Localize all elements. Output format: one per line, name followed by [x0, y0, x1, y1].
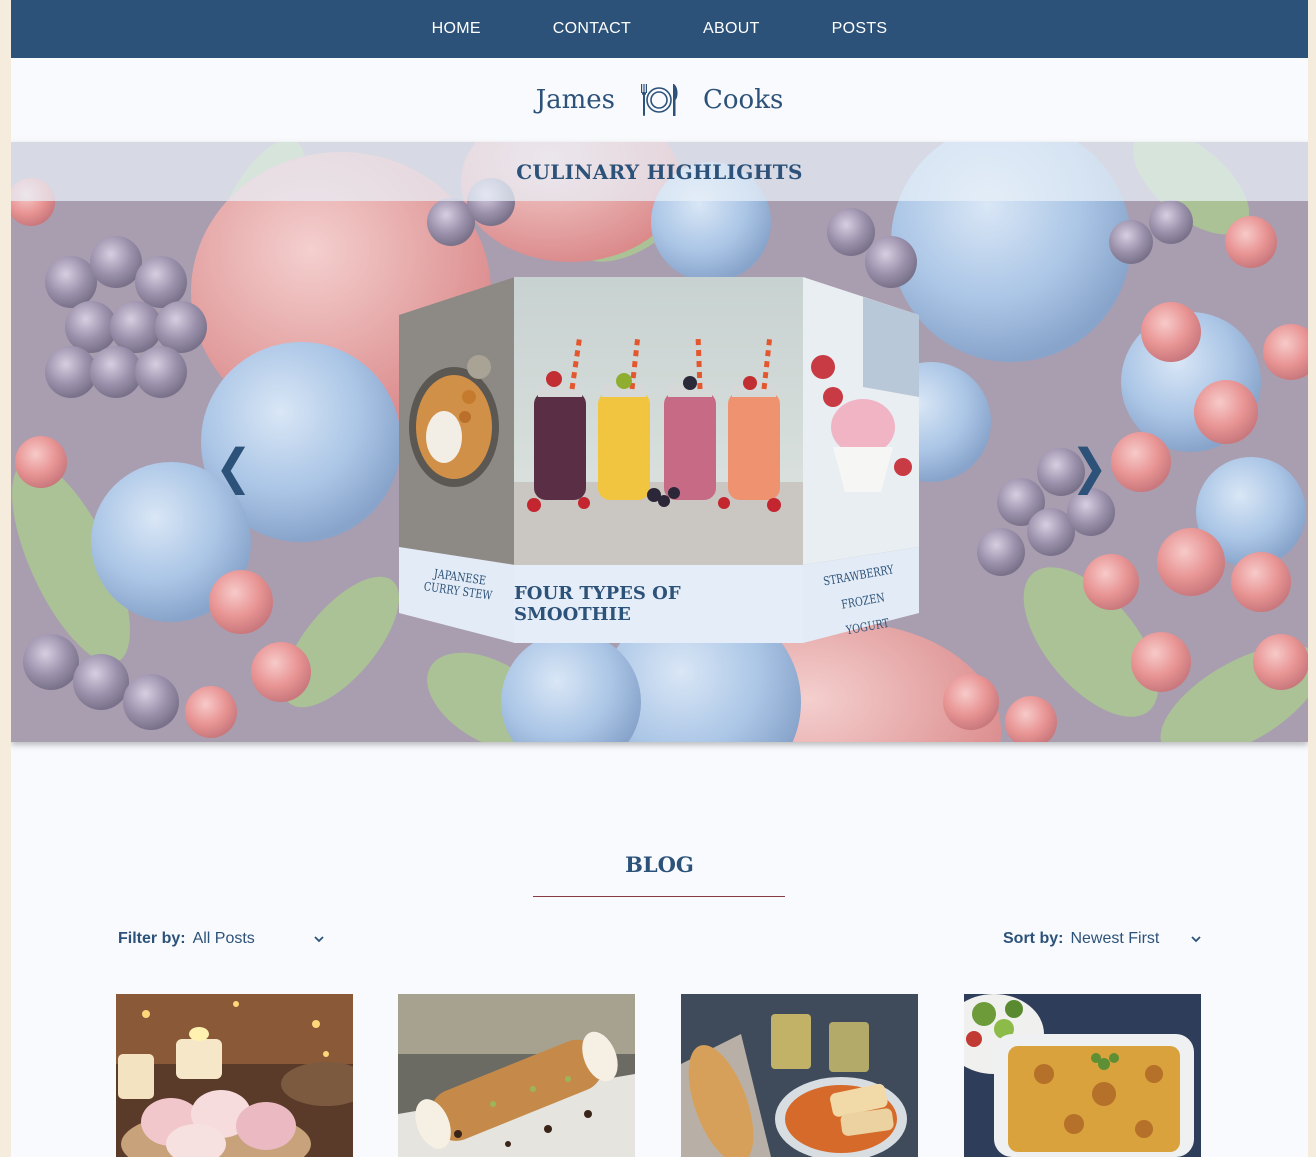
nav-about-link[interactable]: ABOUT [667, 0, 796, 58]
sort-select[interactable]: Newest First [1070, 930, 1202, 948]
filter-label: Filter by: [118, 930, 186, 947]
chevron-down-icon [1191, 936, 1202, 943]
blog-heading-divider [533, 896, 785, 897]
sort-control: Sort by: Newest First [1003, 930, 1202, 948]
smoothie-photo [514, 277, 803, 565]
filter-value: All Posts [192, 930, 255, 947]
nav-home-link[interactable]: HOME [396, 0, 517, 58]
blog-post-thumbnail[interactable] [964, 994, 1201, 1157]
hero-title: CULINARY HIGHLIGHTS [516, 159, 803, 184]
nav-posts-link[interactable]: POSTS [796, 0, 924, 58]
blog-post-thumbnail[interactable] [116, 994, 353, 1157]
filter-select[interactable]: All Posts [193, 930, 325, 948]
page: HOME CONTACT ABOUT POSTS James Cooks CUL… [11, 0, 1308, 1157]
hero-title-bar: CULINARY HIGHLIGHTS [11, 142, 1308, 201]
blog-post-thumbnail[interactable] [681, 994, 918, 1157]
sort-label: Sort by: [1003, 930, 1064, 947]
sort-value: Newest First [1070, 930, 1160, 947]
chevron-down-icon [313, 936, 324, 943]
blog-post-thumbnail[interactable] [398, 994, 635, 1157]
brand-last-word: Cooks [703, 85, 784, 115]
brand-first-word: James [535, 85, 615, 115]
chevron-right-icon[interactable]: ❯ [1071, 443, 1108, 492]
site-logo[interactable]: James Cooks [11, 58, 1308, 142]
nav-contact-link[interactable]: CONTACT [517, 0, 667, 58]
carousel-slide-center[interactable]: FOUR TYPES OF SMOOTHIE [514, 277, 803, 643]
chevron-left-icon[interactable]: ❮ [215, 443, 252, 492]
plate-cutlery-icon [641, 84, 678, 116]
highlights-carousel: CULINARY HIGHLIGHTS ❮ ❯ JAPANESE CURRY S… [11, 142, 1308, 742]
filter-control: Filter by: All Posts [118, 930, 325, 948]
top-nav: HOME CONTACT ABOUT POSTS [11, 0, 1308, 58]
slide-center-caption: FOUR TYPES OF SMOOTHIE [514, 583, 681, 625]
slide-right-caption: STRAWBERRY FROZEN YOGURT [822, 562, 895, 638]
blog-heading: BLOG [625, 852, 694, 877]
